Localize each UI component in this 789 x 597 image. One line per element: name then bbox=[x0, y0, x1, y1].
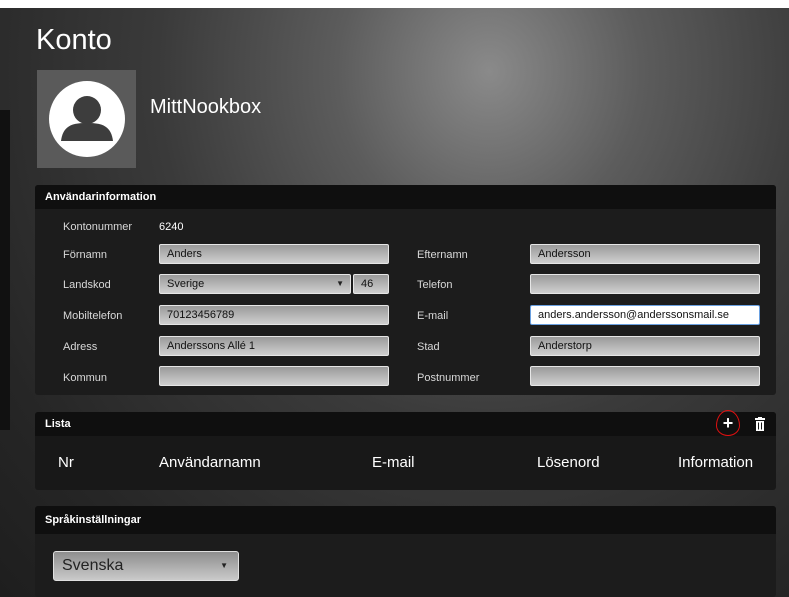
list-heading: Lista + bbox=[35, 410, 776, 436]
municipality-label: Kommun bbox=[63, 372, 108, 384]
top-strip bbox=[0, 0, 789, 8]
language-panel: Språkinställningar Svenska ▼ bbox=[35, 506, 776, 597]
first-name-field[interactable]: Anders bbox=[159, 244, 389, 264]
column-header-password: Lösenord bbox=[537, 454, 600, 471]
mobile-field[interactable]: 70123456789 bbox=[159, 305, 389, 325]
address-label: Adress bbox=[63, 341, 98, 353]
last-name-label: Efternamn bbox=[417, 249, 468, 261]
list-panel: Lista + Nr Användarnamn E-mail Lösenord … bbox=[35, 410, 776, 490]
first-name-label: Förnamn bbox=[63, 249, 108, 261]
postal-code-field[interactable] bbox=[530, 366, 760, 386]
user-avatar-icon[interactable] bbox=[37, 70, 136, 168]
municipality-field[interactable] bbox=[159, 366, 389, 386]
language-select[interactable]: Svenska ▼ bbox=[53, 551, 239, 581]
column-header-information: Information bbox=[678, 454, 754, 471]
email-label: E-mail bbox=[417, 310, 449, 322]
left-edge-bar bbox=[0, 110, 10, 430]
phone-label: Telefon bbox=[417, 279, 453, 291]
account-name: MittNookbox bbox=[150, 96, 262, 118]
plus-icon[interactable]: + bbox=[716, 410, 740, 436]
language-heading: Språkinställningar bbox=[35, 506, 776, 534]
chevron-down-icon: ▼ bbox=[336, 279, 344, 288]
language-select-value: Svenska bbox=[62, 557, 124, 574]
list-heading-label: Lista bbox=[45, 418, 71, 430]
mobile-label: Mobiltelefon bbox=[63, 310, 123, 322]
trash-icon[interactable] bbox=[754, 417, 766, 431]
user-info-panel: Användarinformation Kontonummer 6240 För… bbox=[35, 185, 776, 395]
email-field[interactable]: anders.andersson@anderssonsmail.se bbox=[530, 305, 760, 325]
column-header-nr: Nr bbox=[58, 454, 74, 471]
page-title: Konto bbox=[36, 24, 112, 56]
account-number-value: 6240 bbox=[159, 221, 184, 233]
column-header-email: E-mail bbox=[372, 454, 415, 471]
postal-code-label: Postnummer bbox=[417, 372, 480, 384]
address-field[interactable]: Anderssons Allé 1 bbox=[159, 336, 389, 356]
last-name-field[interactable]: Andersson bbox=[530, 244, 760, 264]
user-info-heading: Användarinformation bbox=[35, 185, 776, 209]
city-label: Stad bbox=[417, 341, 440, 353]
country-select-value: Sverige bbox=[167, 278, 205, 290]
chevron-down-icon: ▼ bbox=[220, 561, 228, 570]
phone-field[interactable] bbox=[530, 274, 760, 294]
country-select[interactable]: Sverige ▼ bbox=[159, 274, 351, 294]
country-code-field[interactable]: 46 bbox=[353, 274, 389, 294]
column-header-username: Användarnamn bbox=[159, 454, 261, 471]
country-code-label: Landskod bbox=[63, 279, 111, 291]
city-field[interactable]: Anderstorp bbox=[530, 336, 760, 356]
account-number-label: Kontonummer bbox=[63, 221, 133, 233]
